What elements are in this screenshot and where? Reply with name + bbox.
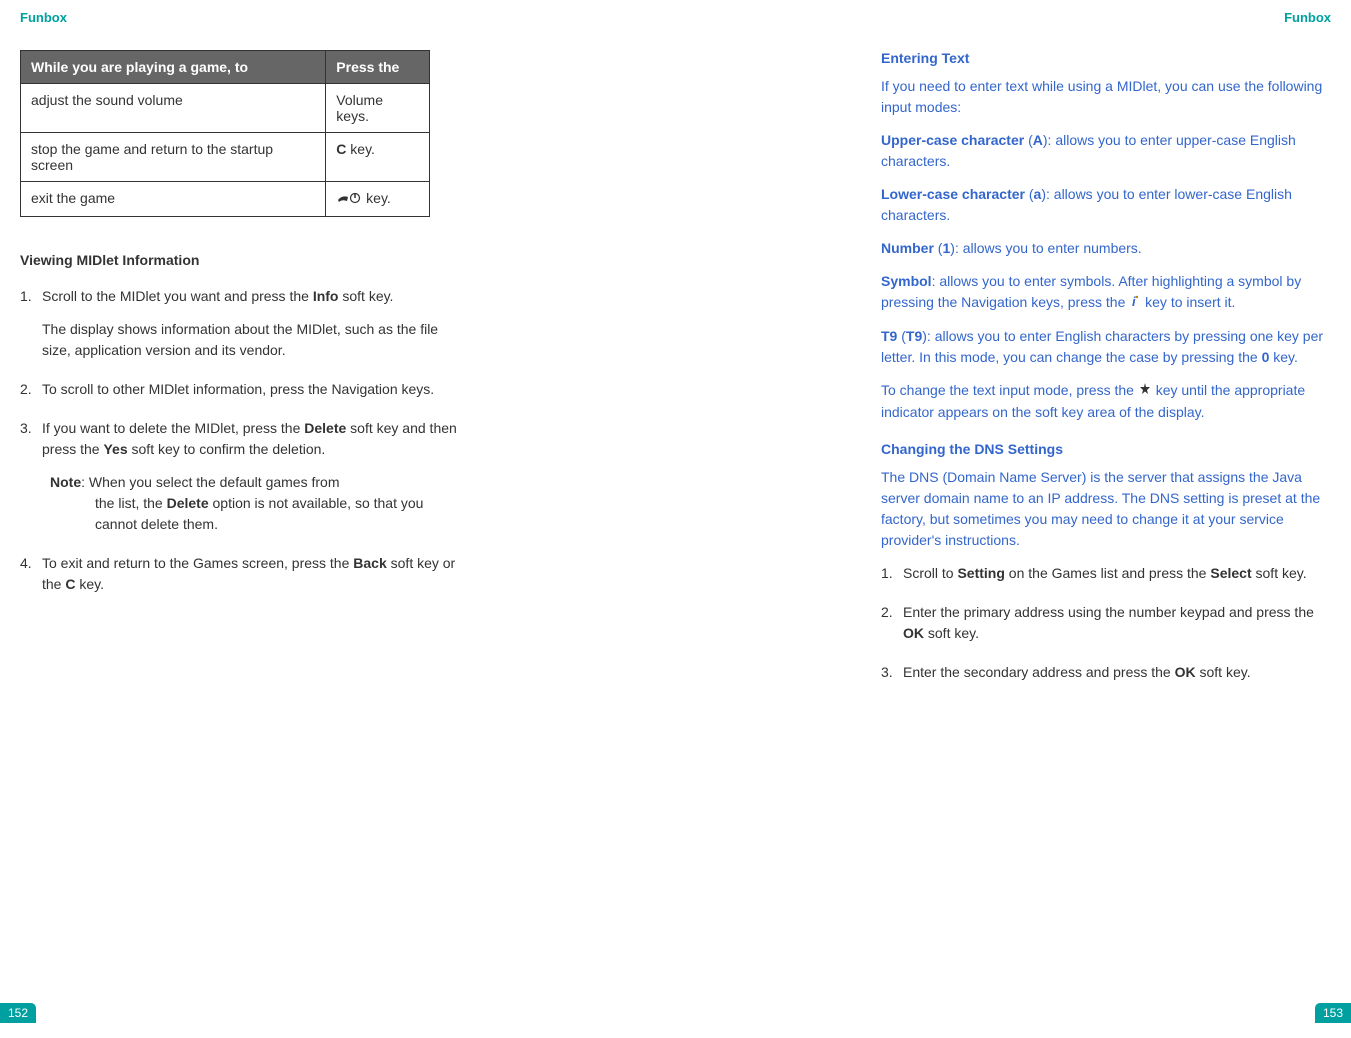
- phone-power-icon: [336, 191, 362, 208]
- section-title-entering-text: Entering Text: [881, 50, 1331, 66]
- mode-t9: T9 (T9): allows you to enter English cha…: [881, 326, 1331, 368]
- change-mode-paragraph: To change the text input mode, press the…: [881, 380, 1331, 423]
- list-item: To exit and return to the Games screen, …: [20, 553, 460, 595]
- intro-paragraph: If you need to enter text while using a …: [881, 76, 1331, 118]
- mode-number: Number (1): allows you to enter numbers.: [881, 238, 1331, 259]
- table-cell: C key.: [326, 133, 430, 182]
- table-cell: exit the game: [21, 182, 326, 217]
- note-block: Note: When you select the default games …: [42, 472, 460, 535]
- sub-paragraph: The display shows information about the …: [42, 319, 460, 361]
- section-title-midlet-info: Viewing MIDlet Information: [20, 252, 460, 268]
- table-header-col1: While you are playing a game, to: [21, 51, 326, 84]
- list-item: If you want to delete the MIDlet, press …: [20, 418, 460, 535]
- svg-text:i: i: [1132, 294, 1136, 308]
- list-item: Scroll to the MIDlet you want and press …: [20, 286, 460, 361]
- midlet-steps-list: Scroll to the MIDlet you want and press …: [20, 286, 460, 595]
- list-item: Enter the secondary address and press th…: [881, 662, 1331, 683]
- table-header-col2: Press the: [326, 51, 430, 84]
- list-item: Enter the primary address using the numb…: [881, 602, 1331, 644]
- game-controls-table: While you are playing a game, to Press t…: [20, 50, 430, 217]
- table-row: stop the game and return to the startup …: [21, 133, 430, 182]
- table-cell: Volume keys.: [326, 84, 430, 133]
- mode-uppercase: Upper-case character (A): allows you to …: [881, 130, 1331, 172]
- mode-symbol: Symbol: allows you to enter symbols. Aft…: [881, 271, 1331, 314]
- table-row: exit the game key.: [21, 182, 430, 217]
- list-item: To scroll to other MIDlet information, p…: [20, 379, 460, 400]
- table-row: adjust the sound volume Volume keys.: [21, 84, 430, 133]
- page-number-right: 153: [1315, 1003, 1351, 1023]
- table-cell: adjust the sound volume: [21, 84, 326, 133]
- table-cell: stop the game and return to the startup …: [21, 133, 326, 182]
- mode-lowercase: Lower-case character (a): allows you to …: [881, 184, 1331, 226]
- page-header-left: Funbox: [20, 10, 631, 25]
- dns-intro-paragraph: The DNS (Domain Name Server) is the serv…: [881, 467, 1331, 551]
- dns-steps-list: Scroll to Setting on the Games list and …: [881, 563, 1331, 683]
- star-icon: [1138, 381, 1152, 402]
- i-icon: i: [1129, 293, 1141, 314]
- table-cell: key.: [326, 182, 430, 217]
- section-title-dns: Changing the DNS Settings: [881, 441, 1331, 457]
- page-number-left: 152: [0, 1003, 36, 1023]
- page-header-right: Funbox: [721, 10, 1332, 25]
- list-item: Scroll to Setting on the Games list and …: [881, 563, 1331, 584]
